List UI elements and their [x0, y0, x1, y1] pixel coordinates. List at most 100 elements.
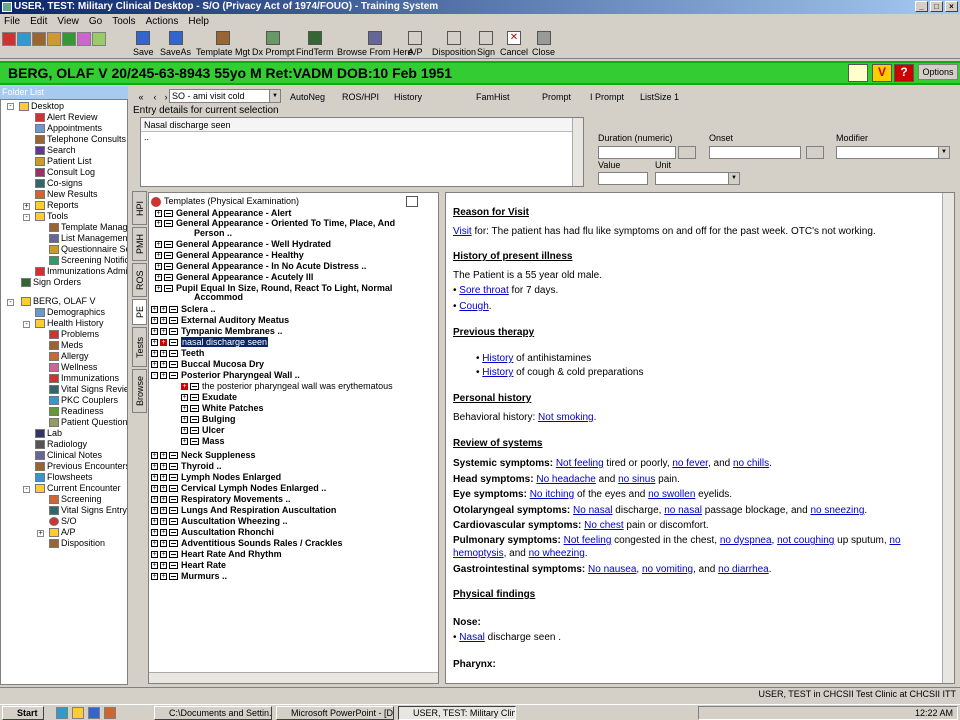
save-as-button[interactable]: SaveAs	[160, 31, 191, 57]
tab-browse[interactable]: Browse	[132, 369, 147, 413]
ros-link[interactable]: No nasal	[573, 505, 612, 516]
nasal-link[interactable]: Nasal	[459, 632, 485, 643]
ros-link[interactable]: no	[889, 535, 900, 546]
tree-node[interactable]: + General Appearance - In No Acute Distre…	[155, 261, 366, 271]
tree-node[interactable]: + + Heart Rate	[151, 560, 226, 570]
folder-item-problems[interactable]: Problems	[49, 329, 99, 340]
sign-button[interactable]: Sign	[477, 31, 495, 57]
collapse-toggle[interactable]: -	[23, 214, 30, 221]
close-button[interactable]: Close	[532, 31, 555, 57]
tree-node[interactable]: + General Appearance - Alert	[155, 208, 291, 218]
onset-input[interactable]	[709, 146, 801, 159]
report-scrollbar[interactable]	[942, 193, 954, 683]
tab-hpi[interactable]: HPI	[132, 191, 147, 225]
tab-pmh[interactable]: PMH	[132, 227, 147, 261]
tree-node[interactable]: + White Patches	[181, 403, 264, 413]
quicklaunch-icon[interactable]	[88, 707, 100, 719]
disposition-button[interactable]: Disposition	[432, 31, 476, 57]
folder-item-desktop[interactable]: Desktop	[19, 101, 64, 112]
maximize-button[interactable]: □	[930, 1, 943, 12]
menu-help[interactable]: Help	[188, 16, 209, 27]
nav-icon-3[interactable]	[32, 32, 46, 46]
tree-node[interactable]: + Mass	[181, 436, 225, 446]
menu-file[interactable]: File	[4, 16, 20, 27]
folder-item-wellness[interactable]: Wellness	[49, 362, 97, 373]
collapse-toggle[interactable]: -	[7, 103, 14, 110]
ros-link[interactable]: No itching	[530, 489, 574, 500]
tab-tests[interactable]: Tests	[132, 327, 147, 367]
tab-pe[interactable]: PE	[132, 299, 147, 325]
entry-scrollbar[interactable]	[572, 118, 583, 186]
folder-item-patient-list[interactable]: Patient List	[35, 156, 92, 167]
ros-link[interactable]: no diarrhea	[718, 564, 769, 575]
duration-picker-button[interactable]	[678, 146, 696, 159]
menu-tools[interactable]: Tools	[112, 16, 135, 27]
tree-node[interactable]: + Pupil Equal In Size, Round, React To Li…	[155, 283, 392, 293]
folder-item-patient-questionnaire[interactable]: Patient Question	[49, 417, 127, 428]
folder-item-pkc-couplers[interactable]: PKC Couplers	[49, 395, 118, 406]
sign-icon[interactable]	[848, 64, 868, 82]
tree-node[interactable]: + + Buccal Mucosa Dry	[151, 359, 264, 369]
tree-node[interactable]: + + Neck Suppleness	[151, 450, 256, 460]
tree-node[interactable]: + + Teeth	[151, 348, 204, 358]
tree-hscrollbar[interactable]	[149, 672, 438, 683]
tree-root[interactable]: Templates (Physical Examination)	[151, 196, 299, 207]
tree-node[interactable]: + + Murmurs ..	[151, 571, 227, 581]
collapse-toggle[interactable]: -	[7, 299, 14, 306]
nav-icon-2[interactable]	[17, 32, 31, 46]
ros-link[interactable]: no nasal	[664, 505, 702, 516]
tree-node[interactable]: + Bulging	[181, 414, 236, 424]
start-button[interactable]: Start	[2, 706, 44, 720]
tree-node[interactable]: + + Auscultation Rhonchi	[151, 527, 274, 537]
history-link[interactable]: History	[482, 367, 513, 378]
tree-node[interactable]: + + External Auditory Meatus	[151, 315, 289, 325]
ros-link[interactable]: no fever	[672, 458, 708, 469]
modifier-select[interactable]: ▼	[836, 146, 950, 159]
tree-node[interactable]: + + Auscultation Wheezing ..	[151, 516, 288, 526]
expand-toggle[interactable]: +	[37, 530, 44, 537]
edit-icon[interactable]	[406, 196, 418, 207]
cough-link[interactable]: Cough	[459, 301, 488, 312]
tree-node[interactable]: + General Appearance - Healthy	[155, 250, 304, 260]
tree-node[interactable]: + + Adventitious Sounds Rales / Crackles	[151, 538, 343, 548]
history-button[interactable]: History	[393, 89, 423, 103]
task-explorer[interactable]: C:\Documents and Settin...	[154, 706, 272, 720]
collapse-toggle[interactable]: -	[23, 321, 30, 328]
folder-item-ap[interactable]: A/P	[49, 527, 76, 538]
folder-item-vital-signs-review[interactable]: Vital Signs Review	[49, 384, 127, 395]
sore-throat-link[interactable]: Sore throat	[459, 285, 508, 296]
ros-link[interactable]: no swollen	[648, 489, 695, 500]
folder-item-meds[interactable]: Meds	[49, 340, 83, 351]
menu-view[interactable]: View	[57, 16, 79, 27]
ros-link[interactable]: hemoptysis	[453, 548, 504, 559]
ros-link[interactable]: no wheezing	[529, 548, 585, 559]
folder-item-lab[interactable]: Lab	[35, 428, 62, 439]
tree-node[interactable]: + + Lungs And Respiration Auscultation	[151, 505, 336, 515]
tree-node[interactable]: + + Cervical Lymph Nodes Enlarged ..	[151, 483, 326, 493]
tree-node[interactable]: + Exudate	[181, 392, 237, 402]
menu-edit[interactable]: Edit	[30, 16, 47, 27]
not-smoking-link[interactable]: Not smoking	[538, 412, 594, 423]
folder-item-appointments[interactable]: Appointments	[35, 123, 102, 134]
ros-link[interactable]: no chills	[733, 458, 769, 469]
folder-item-disposition[interactable]: Disposition	[49, 538, 105, 549]
ros-hpi-button[interactable]: ROS/HPI	[341, 89, 380, 103]
folder-item-current-encounter[interactable]: Current Encounter	[35, 483, 121, 494]
v-icon[interactable]: V	[872, 64, 892, 82]
folder-item-demographics[interactable]: Demographics	[35, 307, 105, 318]
tree-node[interactable]: + General Appearance - Oriented To Time, …	[155, 218, 395, 228]
folder-item-template-manager[interactable]: Template Manag	[49, 222, 127, 233]
folder-item-reports[interactable]: Reports	[35, 200, 79, 211]
tree-node[interactable]: + General Appearance - Well Hydrated	[155, 239, 331, 249]
folder-item-allergy[interactable]: Allergy	[49, 351, 89, 362]
folder-item-screening-notification[interactable]: Screening Notific	[49, 255, 127, 266]
folder-item-screening[interactable]: Screening	[49, 494, 102, 505]
collapse-toggle[interactable]: -	[23, 486, 30, 493]
tree-node[interactable]: + Ulcer	[181, 425, 225, 435]
tree-node[interactable]: + + Thyroid ..	[151, 461, 222, 471]
folder-item-co-signs[interactable]: Co-signs	[35, 178, 83, 189]
listsize-button[interactable]: ListSize 1	[639, 89, 680, 103]
folder-item-flowsheets[interactable]: Flowsheets	[35, 472, 93, 483]
tree-node[interactable]: - + Posterior Pharyngeal Wall ..	[151, 370, 300, 380]
folder-item-vital-signs-entry[interactable]: Vital Signs Entry	[49, 505, 127, 516]
